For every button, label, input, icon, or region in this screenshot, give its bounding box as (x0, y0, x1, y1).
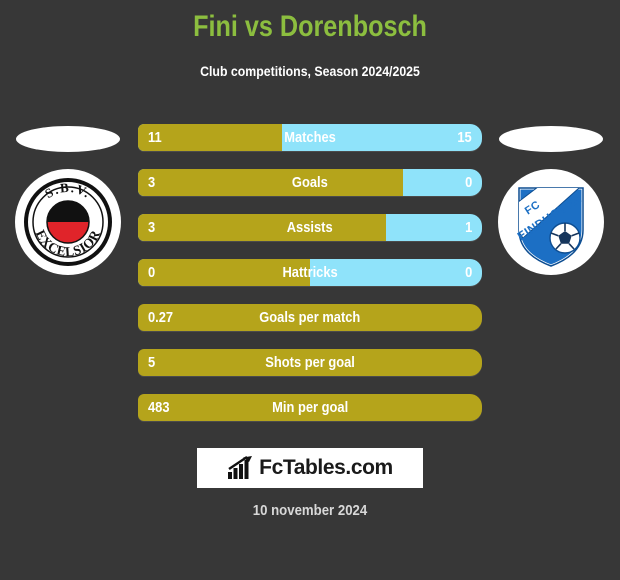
home-crest-backdrop-ellipse (16, 126, 120, 152)
away-crest-backdrop-ellipse (499, 126, 603, 152)
stat-row-min-per-goal: 483 Min per goal (138, 394, 482, 421)
stat-away-value: 1 (464, 219, 472, 236)
stat-row-goals: 3 0 Goals (138, 169, 482, 196)
fctables-logo[interactable]: FcTables.com (197, 448, 423, 488)
page-subtitle: Club competitions, Season 2024/2025 (200, 63, 420, 79)
stat-bar-shots-per-goal (138, 349, 482, 376)
stat-home-value: 0.27 (148, 309, 174, 326)
stat-bar-matches (138, 124, 482, 151)
stats-comparison-page: Fini vs Dorenbosch Club competitions, Se… (0, 0, 620, 580)
stat-bar-goals-per-match (138, 304, 482, 331)
stat-home-value: 483 (148, 399, 170, 416)
stat-bar-min-per-goal (138, 394, 482, 421)
stat-row-matches: 11 15 Matches (138, 124, 482, 151)
stat-away-value: 0 (464, 174, 472, 191)
stat-away-value: 0 (464, 264, 472, 281)
stat-rows: 11 15 Matches 3 0 Goals 3 1 Assists 0 0 … (138, 124, 482, 439)
home-team-crest: S.B.V. EXCELSIOR (14, 168, 122, 276)
stat-bar-home-fill (138, 259, 310, 286)
stat-home-value: 3 (148, 174, 156, 191)
away-team-crest: FC EINDHOVEN (497, 168, 605, 276)
stat-home-value: 11 (148, 129, 162, 146)
bar-chart-arrow-icon (228, 456, 253, 479)
stat-bar-assists (138, 214, 482, 241)
stat-home-value: 0 (148, 264, 156, 281)
stat-home-value: 3 (148, 219, 156, 236)
chart-date: 10 november 2024 (252, 502, 368, 519)
stat-bar-home-fill (138, 169, 403, 196)
stat-home-value: 5 (148, 354, 156, 371)
stat-bar-goals (138, 169, 482, 196)
stat-row-shots-per-goal: 5 Shots per goal (138, 349, 482, 376)
page-title: Fini vs Dorenbosch (193, 10, 427, 43)
stat-away-value: 15 (457, 129, 472, 146)
stat-bar-home-fill (138, 214, 386, 241)
stat-bar-hattricks (138, 259, 482, 286)
fctables-logo-text: FcTables.com (259, 456, 393, 479)
stat-row-assists: 3 1 Assists (138, 214, 482, 241)
stat-row-hattricks: 0 0 Hattricks (138, 259, 482, 286)
stat-row-goals-per-match: 0.27 Goals per match (138, 304, 482, 331)
